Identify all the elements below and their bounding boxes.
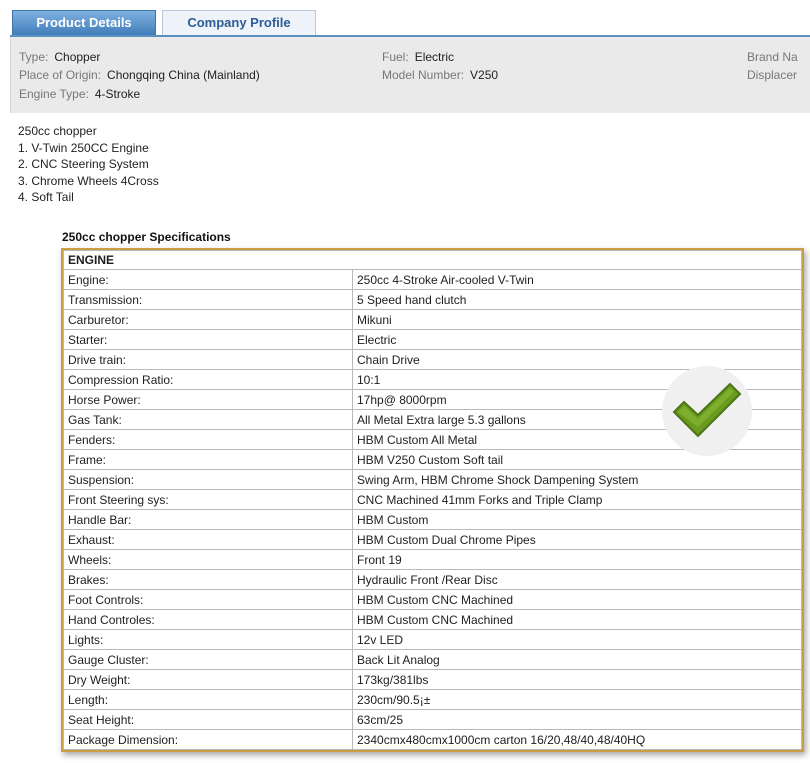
spec-value: HBM V250 Custom Soft tail [352,449,802,470]
spec-value: 173kg/381lbs [352,669,802,690]
spec-key: Frame: [63,449,353,470]
attr-brand-key: Brand Na [747,50,798,64]
spec-key: Exhaust: [63,529,353,550]
spec-key: Starter: [63,329,353,350]
product-attributes-panel: Type: Chopper Place of Origin: Chongqing C… [10,37,810,113]
attr-model-key: Model Number: [382,68,465,82]
description-line: 1. V-Twin 250CC Engine [18,140,149,155]
attr-fuel: Fuel: Electric [382,49,454,65]
spec-value: Back Lit Analog [352,649,802,670]
spec-key: Transmission: [63,289,353,310]
spec-value: Electric [352,329,802,350]
spec-row: Handle Bar: HBM Custom [63,509,802,530]
spec-value: Swing Arm, HBM Chrome Shock Dampening Sy… [352,469,802,490]
attr-fuel-value: Electric [414,50,455,64]
spec-key: Dry Weight: [63,669,353,690]
attr-type-value: Chopper [54,50,101,64]
tab-product-details[interactable]: Product Details [12,10,156,36]
description-line: 4. Soft Tail [18,190,74,204]
attr-brand: Brand Na [747,49,804,65]
spec-key: Carburetor: [63,309,353,330]
attr-engine-type-key: Engine Type: [19,87,89,101]
spec-row: Seat Height: 63cm/25 [63,709,802,730]
spec-key: Seat Height: [63,709,353,730]
spec-row: Carburetor: Mikuni [63,309,802,330]
spec-value: 63cm/25 [352,709,802,730]
spec-section-label: ENGINE [63,250,802,270]
spec-value: HBM Custom CNC Machined [352,609,802,630]
spec-key: Fenders: [63,429,353,450]
spec-value: 2340cmx480cmx1000cm carton 16/20,48/40,4… [352,729,802,750]
spec-table: ENGINE Engine: 250cc 4-Stroke Air-cooled … [63,250,802,750]
attr-engine-type: Engine Type: 4-Stroke [19,86,140,102]
spec-value: 230cm/90.5¡± [352,689,802,710]
tab-bar: Product Details Company Profile [0,0,810,37]
spec-value: 5 Speed hand clutch [352,289,802,310]
spec-key: Gauge Cluster: [63,649,353,670]
spec-key: Compression Ratio: [63,369,353,390]
checkmark-badge [662,366,752,456]
spec-key: Wheels: [63,549,353,570]
attr-origin-key: Place of Origin: [19,68,102,82]
spec-value: HBM Custom Dual Chrome Pipes [352,529,802,550]
spec-value: Chain Drive [352,349,802,370]
checkmark-icon [672,382,742,438]
spec-key: Package Dimension: [63,729,353,750]
description-line: 250cc chopper [18,124,97,138]
spec-key: Foot Controls: [63,589,353,610]
attr-type: Type: Chopper [19,49,100,65]
tab-company-profile[interactable]: Company Profile [162,10,316,36]
spec-value: Mikuni [352,309,802,330]
spec-key: Front Steering sys: [63,489,353,510]
spec-value: Front 19 [352,549,802,570]
spec-table-title: 250cc chopper Specifications [62,230,231,244]
spec-key: Gas Tank: [63,409,353,430]
spec-row: Lights: 12v LED [63,629,802,650]
product-description: 250cc chopper 1. V-Twin 250CC Engine 2. … [18,123,159,206]
spec-row: Dry Weight: 173kg/381lbs [63,669,802,690]
attr-engine-type-value: 4-Stroke [94,87,141,101]
attr-displacement: Displacer [747,67,803,83]
spec-row: Front Steering sys: CNC Machined 41mm For… [63,489,802,510]
spec-key: Suspension: [63,469,353,490]
spec-key: Drive train: [63,349,353,370]
spec-row: Length: 230cm/90.5¡± [63,689,802,710]
spec-row: Hand Controles: HBM Custom CNC Machined [63,609,802,630]
spec-row: Package Dimension: 2340cmx480cmx1000cm ca… [63,729,802,750]
spec-value: 250cc 4-Stroke Air-cooled V-Twin [352,269,802,290]
spec-value: 12v LED [352,629,802,650]
spec-row: Suspension: Swing Arm, HBM Chrome Shock D… [63,469,802,490]
spec-row: Gauge Cluster: Back Lit Analog [63,649,802,670]
spec-row: Engine: 250cc 4-Stroke Air-cooled V-Twin [63,269,802,290]
attr-model-value: V250 [470,68,499,82]
attr-origin: Place of Origin: Chongqing China (Mainlan… [19,67,260,83]
attr-model: Model Number: V250 [382,67,498,83]
spec-key: Handle Bar: [63,509,353,530]
spec-value: HBM Custom [352,509,802,530]
attr-type-key: Type: [19,50,49,64]
spec-key: Horse Power: [63,389,353,410]
attr-fuel-key: Fuel: [382,50,409,64]
spec-row: Drive train: Chain Drive [63,349,802,370]
spec-row: Transmission: 5 Speed hand clutch [63,289,802,310]
attr-origin-value: Chongqing China (Mainland) [107,68,260,82]
spec-value: HBM Custom CNC Machined [352,589,802,610]
spec-key: Brakes: [63,569,353,590]
spec-value: CNC Machined 41mm Forks and Triple Clamp [352,489,802,510]
spec-key: Lights: [63,629,353,650]
spec-key: Length: [63,689,353,710]
spec-table-container: ENGINE Engine: 250cc 4-Stroke Air-cooled … [61,248,804,752]
spec-key: Engine: [63,269,353,290]
description-line: 3. Chrome Wheels 4Cross [18,173,159,188]
spec-row: Starter: Electric [63,329,802,350]
spec-row: Foot Controls: HBM Custom CNC Machined [63,589,802,610]
spec-key: Hand Controles: [63,609,353,630]
spec-row: Exhaust: HBM Custom Dual Chrome Pipes [63,529,802,550]
spec-row: Wheels: Front 19 [63,549,802,570]
attr-displacement-key: Displacer [747,68,798,82]
spec-value: Hydraulic Front /Rear Disc [352,569,802,590]
spec-row: Brakes: Hydraulic Front /Rear Disc [63,569,802,590]
spec-section-row: ENGINE [63,250,802,270]
description-line: 2. CNC Steering System [18,157,149,171]
